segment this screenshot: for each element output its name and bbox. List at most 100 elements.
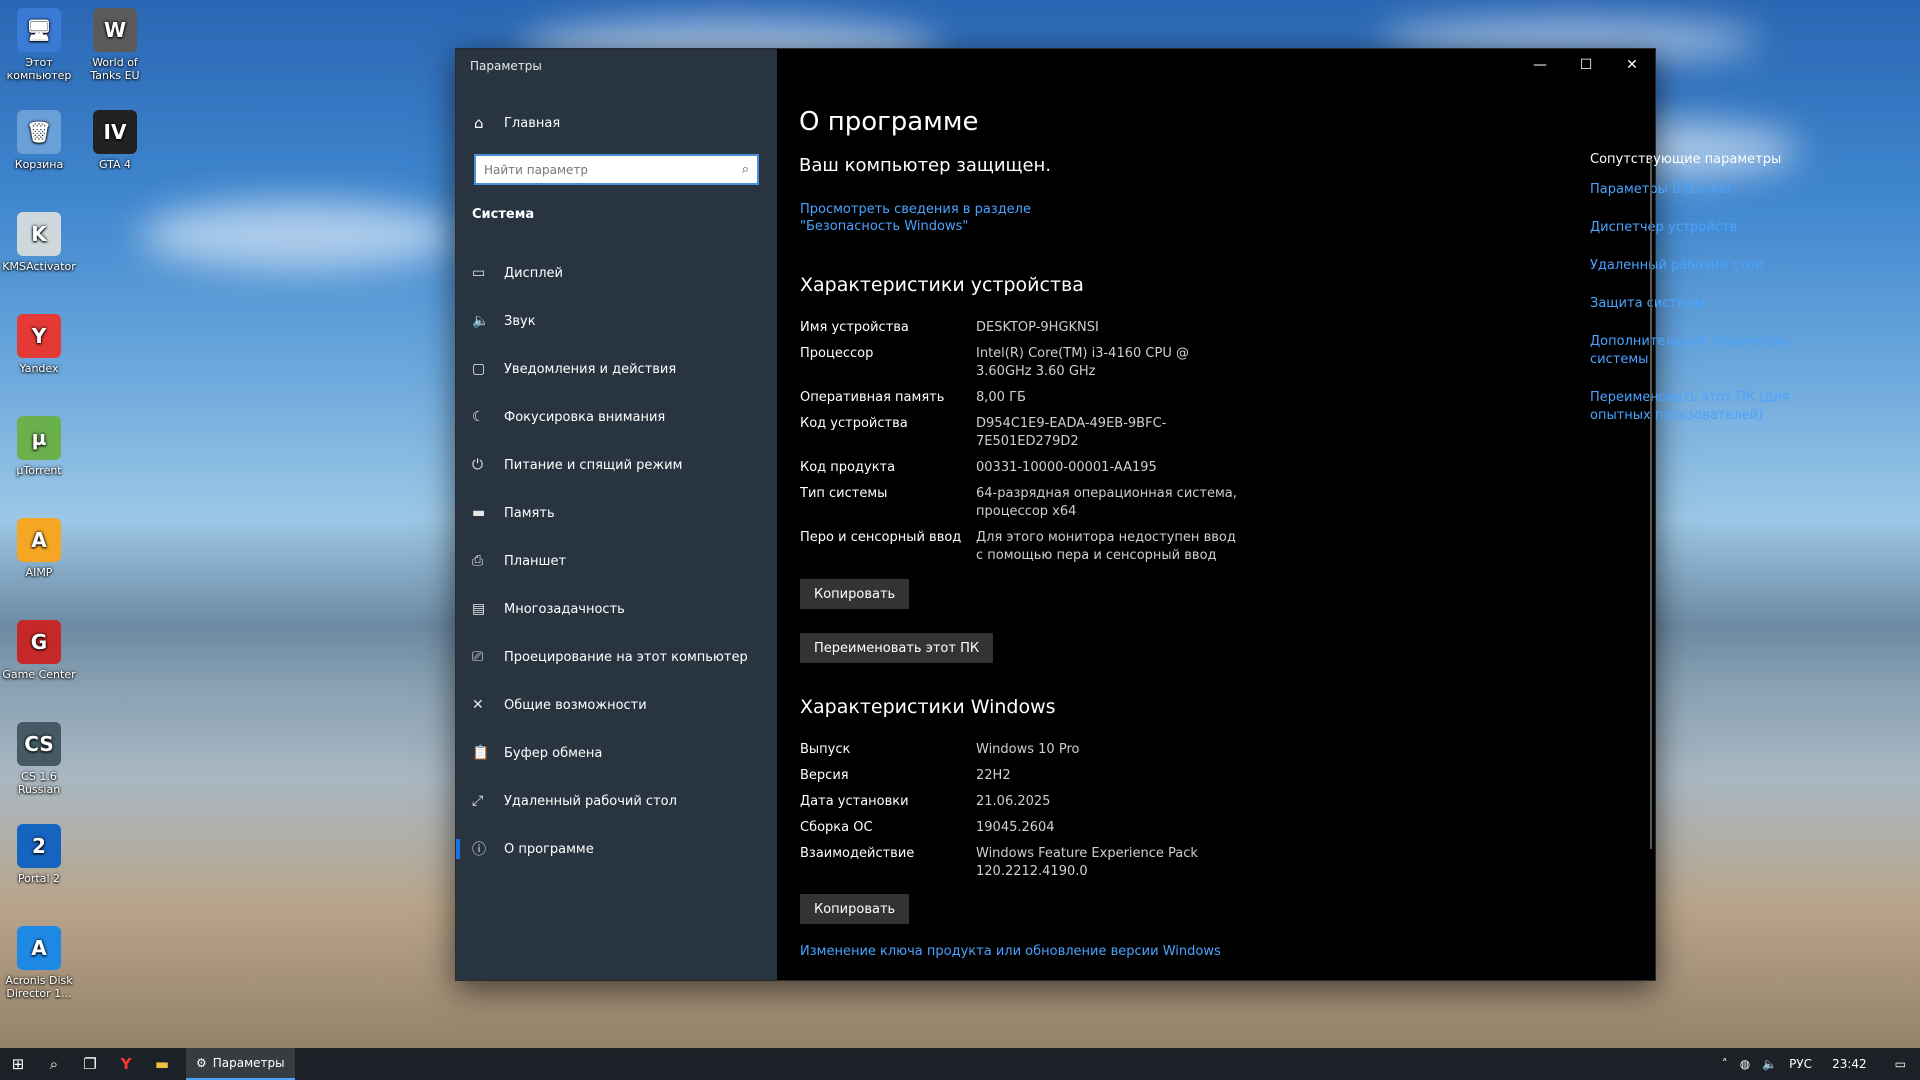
related-link[interactable]: Удаленный рабочий стол — [1590, 257, 1830, 275]
related-link[interactable]: Переименовать этот ПК (для опытных польз… — [1590, 389, 1830, 425]
about-icon: ⓘ — [472, 842, 486, 858]
related-link[interactable]: Диспетчер устройств — [1590, 219, 1830, 237]
spec-row: Код продукта 00331-10000-00001-AA195 — [800, 459, 1240, 477]
spec-value: Windows Feature Experience Pack 120.2212… — [976, 846, 1198, 879]
desktop-icon[interactable]: µ µTorrent — [0, 416, 78, 477]
security-link[interactable]: Просмотреть сведения в разделе "Безопасн… — [800, 201, 1130, 235]
desktop-icon-label: Acronis Disk Director 1... — [5, 974, 73, 1000]
related-link[interactable]: Защита системы — [1590, 295, 1830, 313]
taskbar-app-settings[interactable]: ⚙ Параметры — [186, 1048, 295, 1080]
file-explorer-icon[interactable]: ▬ — [144, 1048, 180, 1080]
projecting-icon: ⎚ — [472, 649, 484, 665]
language-indicator[interactable]: РУС — [1783, 1057, 1818, 1071]
rename-pc-button[interactable]: Переименовать этот ПК — [800, 633, 994, 663]
desktop-icon[interactable]: Y Yandex — [0, 314, 78, 375]
desktop-icon[interactable]: G Game Center — [0, 620, 78, 681]
start-button[interactable]: ⊞ — [0, 1048, 36, 1080]
spec-row: Имя устройства DESKTOP-9HGKNSI — [800, 319, 1240, 337]
spec-key: Код устройства — [800, 416, 908, 431]
spec-value: DESKTOP-9HGKNSI — [976, 320, 1099, 335]
chevron-up-icon[interactable]: ˄ — [1716, 1057, 1734, 1071]
task-view-icon[interactable]: ❐ — [72, 1048, 108, 1080]
desktop-icon[interactable]: CS CS 1.6 Russian — [0, 722, 78, 796]
gta4-icon: IV — [93, 110, 137, 154]
desktop-icon[interactable]: K KMSActivator — [0, 212, 78, 273]
windows-specs-title: Характеристики Windows — [800, 696, 1056, 718]
desktop-icon[interactable]: 🖥 Этот компьютер — [0, 8, 78, 82]
clock[interactable]: 23:42 — [1818, 1057, 1881, 1071]
sidebar-item-label: О программе — [504, 841, 594, 857]
desktop-icon[interactable]: W World of Tanks EU — [76, 8, 154, 82]
spec-row: Перо и сенсорный ввод Для этого монитора … — [800, 529, 1240, 565]
related-settings: Сопутствующие параметры Параметры BitLoc… — [1590, 152, 1830, 445]
spec-row: Взаимодействие Windows Feature Experience… — [800, 845, 1240, 881]
sidebar-item[interactable]: ☾ Фокусировка внимания — [456, 393, 777, 441]
maximize-button[interactable]: ☐ — [1563, 49, 1609, 81]
spec-value: Для этого монитора недоступен ввод с пом… — [976, 530, 1236, 563]
sidebar-item-label: Звук — [504, 313, 536, 329]
close-button[interactable]: ✕ — [1609, 49, 1655, 81]
spec-key: Выпуск — [800, 742, 851, 757]
copy-windows-specs-button[interactable]: Копировать — [800, 894, 910, 924]
taskbar-app-label: Параметры — [212, 1056, 285, 1070]
network-icon[interactable]: ◍ — [1734, 1057, 1756, 1071]
search-box[interactable]: ⌕ — [474, 154, 759, 185]
product-key-link[interactable]: Изменение ключа продукта или обновление … — [800, 944, 1221, 959]
spec-row: Оперативная память 8,00 ГБ — [800, 389, 1240, 407]
sidebar-item[interactable]: ▤ Многозадачность — [456, 585, 777, 633]
cs16-icon: CS — [17, 722, 61, 766]
spec-value: D954C1E9-EADA-49EB-9BFC-7E501ED279D2 — [976, 416, 1167, 449]
sidebar-item[interactable]: ⎙ Планшет — [456, 537, 777, 585]
sidebar-item[interactable]: ▭ Дисплей — [456, 249, 777, 297]
spec-row: Процессор Intel(R) Core(TM) i3-4160 CPU @… — [800, 345, 1240, 381]
minimize-button[interactable]: — — [1517, 49, 1563, 81]
desktop-icon[interactable]: A Acronis Disk Director 1... — [0, 926, 78, 1000]
display-icon: ▭ — [472, 265, 486, 281]
sidebar-item[interactable]: ⏻ Питание и спящий режим — [456, 441, 777, 489]
desktop-icon[interactable]: IV GTA 4 — [76, 110, 154, 171]
desktop-icon-label: KMSActivator — [2, 260, 76, 273]
search-input[interactable] — [484, 162, 742, 177]
power-icon: ⏻ — [472, 457, 484, 473]
scrollbar[interactable] — [1650, 159, 1652, 849]
spec-value: 8,00 ГБ — [976, 390, 1026, 405]
storage-icon: ▬ — [472, 505, 486, 521]
desktop-icon-label: µTorrent — [16, 464, 62, 477]
yandex-icon: Y — [17, 314, 61, 358]
sidebar-item[interactable]: 📋 Буфер обмена — [456, 729, 777, 777]
desktop-icon[interactable]: 2 Portal 2 — [0, 824, 78, 885]
sidebar-item[interactable]: ⎚ Проецирование на этот компьютер — [456, 633, 777, 681]
sidebar-item[interactable]: ⤢ Удаленный рабочий стол — [456, 777, 777, 825]
desktop-icon[interactable]: A AIMP — [0, 518, 78, 579]
home-label: Главная — [504, 115, 561, 131]
search-icon[interactable]: ⌕ — [742, 162, 749, 177]
sidebar-item-label: Память — [504, 505, 555, 521]
sidebar-item[interactable]: ▬ Память — [456, 489, 777, 537]
copy-device-specs-button[interactable]: Копировать — [800, 579, 910, 609]
yandex-browser-icon[interactable]: Y — [108, 1048, 144, 1080]
focus-assist-icon: ☾ — [472, 409, 485, 425]
spec-value: Windows 10 Pro — [976, 742, 1080, 757]
sidebar-item[interactable]: ⓘ О программе — [456, 825, 777, 873]
sidebar-item[interactable]: 🔈 Звук — [456, 297, 777, 345]
sidebar-item[interactable]: ✕ Общие возможности — [456, 681, 777, 729]
sidebar-item-label: Общие возможности — [504, 697, 647, 713]
desktop-icon[interactable]: 🗑 Корзина — [0, 110, 78, 171]
spec-row: Код устройства D954C1E9-EADA-49EB-9BFC-7E… — [800, 415, 1240, 451]
sidebar-nav: ▭ Дисплей 🔈 Звук ▢ Уведомления и действия ☾ Фок… — [456, 249, 777, 873]
this-pc-icon: 🖥 — [17, 8, 61, 52]
spec-key: Имя устройства — [800, 320, 909, 335]
settings-window: Параметры ⌂ Главная ⌕ Система ▭ Дисплей 🔈 З… — [455, 48, 1789, 981]
action-center-icon[interactable]: ▭ — [1881, 1057, 1920, 1071]
sidebar-item[interactable]: ▢ Уведомления и действия — [456, 345, 777, 393]
sidebar-item-label: Уведомления и действия — [504, 361, 677, 377]
search-icon[interactable]: ⌕ — [36, 1048, 72, 1080]
volume-icon[interactable]: 🔈 — [1756, 1057, 1783, 1071]
desktop-icon-label: Корзина — [14, 158, 64, 171]
related-link[interactable]: Дополнительные параметры системы — [1590, 333, 1830, 369]
windows-specs-list: Выпуск Windows 10 Pro Версия 22H2 Дата устан… — [800, 741, 1240, 889]
related-link[interactable]: Параметры BitLocker — [1590, 181, 1830, 199]
sidebar-item-label: Дисплей — [504, 265, 564, 281]
multitasking-icon: ▤ — [472, 601, 486, 617]
sidebar-item-home[interactable]: ⌂ Главная — [474, 111, 560, 135]
